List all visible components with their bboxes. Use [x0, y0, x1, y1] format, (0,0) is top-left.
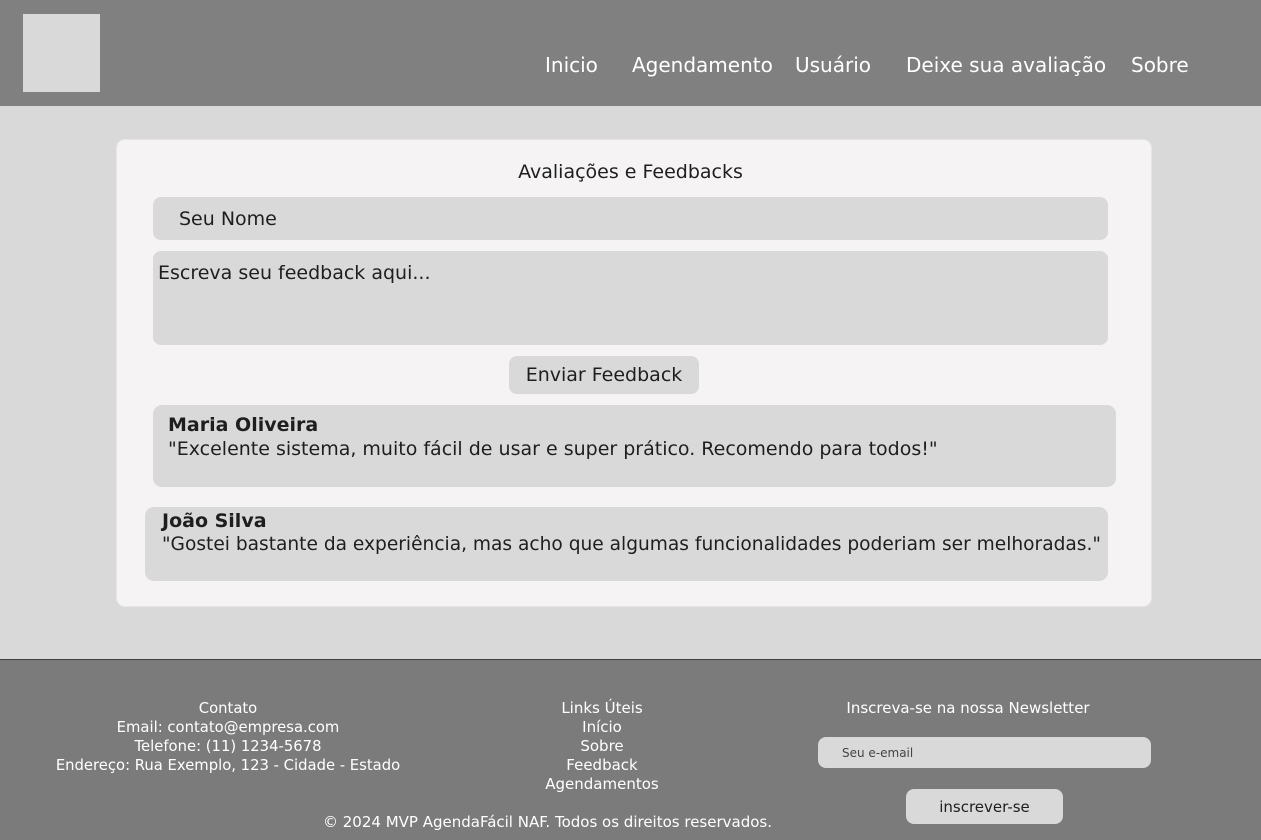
review-author: Maria Oliveira — [168, 414, 319, 436]
contact-phone: Telefone: (11) 1234-5678 — [134, 738, 322, 755]
review-text: "Gostei bastante da experiência, mas ach… — [162, 534, 1101, 555]
nav-link-sobre[interactable]: Sobre — [1131, 53, 1189, 77]
footer-link-feedback[interactable]: Feedback — [502, 756, 702, 775]
contact-address: Endereço: Rua Exemplo, 123 - Cidade - Es… — [55, 757, 401, 774]
newsletter-email-input[interactable] — [818, 737, 1151, 768]
logo-placeholder[interactable] — [23, 14, 100, 92]
review-author: João Silva — [162, 510, 267, 532]
page-title: Avaliações e Feedbacks — [518, 161, 743, 183]
nav-link-usuario[interactable]: Usuário — [795, 53, 871, 77]
copyright-text: © 2024 MVP AgendaFácil NAF. Todos os dir… — [322, 813, 772, 831]
review-card: Maria Oliveira "Excelente sistema, muito… — [153, 405, 1116, 487]
nav-link-agendamento[interactable]: Agendamento — [632, 53, 773, 77]
nav-link-inicio[interactable]: Inicio — [545, 53, 598, 77]
newsletter-heading: Inscreva-se na nossa Newsletter — [846, 699, 1090, 717]
review-text: "Excelente sistema, muito fácil de usar … — [168, 438, 938, 460]
links-heading: Links Úteis — [561, 699, 643, 717]
nav-link-avaliacao[interactable]: Deixe sua avaliação — [906, 53, 1106, 77]
site-header: Inicio Agendamento Usuário Deixe sua ava… — [0, 0, 1261, 106]
name-input[interactable] — [153, 197, 1108, 240]
footer-link-sobre[interactable]: Sobre — [502, 737, 702, 756]
feedback-textarea[interactable] — [153, 251, 1108, 345]
footer-links: Links Úteis Início Sobre Feedback Agenda… — [502, 699, 702, 794]
contact-heading: Contato — [198, 700, 258, 717]
contact-email: Email: contato@empresa.com — [116, 719, 340, 736]
footer-link-inicio[interactable]: Início — [502, 718, 702, 737]
send-feedback-button[interactable]: Enviar Feedback — [509, 356, 699, 394]
footer-contact: Contato Email: contato@empresa.com Telef… — [30, 699, 426, 775]
review-card: João Silva "Gostei bastante da experiênc… — [145, 507, 1108, 581]
footer-link-agendamentos[interactable]: Agendamentos — [502, 775, 702, 794]
